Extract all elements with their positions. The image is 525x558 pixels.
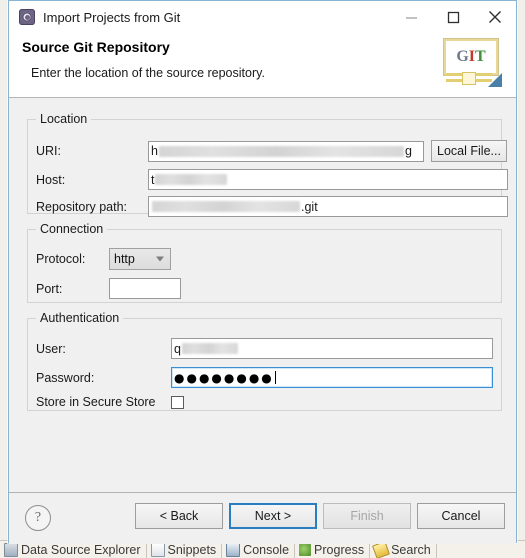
uri-input[interactable]: hg — [148, 140, 424, 162]
protocol-selected-value: http — [114, 252, 135, 266]
uri-value-suffix: g — [404, 144, 412, 158]
minimize-icon[interactable] — [390, 1, 432, 33]
repository-path-input[interactable]: .git — [148, 196, 508, 217]
git-logo-arrow — [488, 73, 502, 87]
repository-path-label: Repository path: — [36, 199, 128, 214]
user-redacted-value — [181, 343, 238, 354]
user-value-prefix: q — [174, 341, 181, 356]
dialog-title-bar[interactable]: Import Projects from Git — [9, 1, 516, 33]
eclipse-import-icon — [19, 9, 35, 25]
close-icon[interactable] — [474, 1, 516, 33]
git-logo-icon: GIT — [440, 35, 502, 91]
port-label: Port: — [36, 281, 63, 296]
protocol-row: Protocol: http — [36, 248, 171, 270]
port-row: Port: — [36, 278, 181, 299]
view-tab-label: Data Source Explorer — [21, 543, 141, 557]
password-value: ●●●●●●●● — [174, 370, 274, 385]
page-subtitle: Enter the location of the source reposit… — [31, 66, 265, 80]
host-value-prefix: t — [151, 172, 155, 187]
location-group-legend: Location — [40, 112, 88, 126]
repository-path-redacted-value — [152, 201, 300, 212]
view-tab-label: Console — [243, 543, 290, 557]
repository-path-value-suffix: .git — [301, 199, 318, 214]
view-tab-label: Progress — [314, 543, 365, 557]
dialog-title: Import Projects from Git — [43, 9, 181, 25]
password-input[interactable]: ●●●●●●●● — [171, 367, 493, 388]
host-redacted-value — [155, 174, 228, 185]
store-secure-row: Store in Secure Store — [36, 395, 184, 409]
dialog-body: Location URI: hg Local File... Host: t R… — [9, 98, 516, 492]
chevron-down-icon — [156, 256, 164, 262]
uri-value-prefix: h — [151, 144, 158, 158]
git-logo-knob — [462, 72, 476, 85]
port-input[interactable] — [109, 278, 181, 299]
uri-redacted-value — [158, 145, 404, 157]
next-button[interactable]: Next > — [229, 503, 317, 529]
git-logo-letter-g: G — [456, 48, 469, 65]
connection-group-legend: Connection — [40, 222, 104, 236]
user-input[interactable]: q — [171, 338, 493, 359]
user-row: User: q — [36, 338, 493, 359]
snippets-icon — [150, 543, 165, 557]
host-row: Host: t — [36, 169, 508, 190]
window-controls — [390, 1, 516, 33]
uri-row: URI: hg Local File... — [36, 140, 507, 162]
back-button[interactable]: < Back — [135, 503, 223, 529]
authentication-group: Authentication User: q Password: ●●●●●●●… — [27, 311, 502, 411]
page-title: Source Git Repository — [22, 39, 170, 55]
user-label: User: — [36, 341, 66, 356]
host-label: Host: — [36, 172, 66, 187]
store-secure-label: Store in Secure Store — [36, 395, 156, 409]
host-input[interactable]: t — [148, 169, 508, 190]
screenshot-root: http://blog.csdn.net/ Data Source Explor… — [0, 0, 525, 558]
maximize-icon[interactable] — [432, 1, 474, 33]
view-tab-label: Search — [391, 543, 431, 557]
password-row: Password: ●●●●●●●● — [36, 367, 493, 388]
console-icon — [226, 543, 241, 557]
view-tab-label: Snippets — [167, 543, 217, 557]
git-logo-card: GIT — [444, 39, 498, 75]
authentication-group-legend: Authentication — [40, 311, 120, 325]
data-source-icon — [4, 543, 18, 557]
repository-path-row: Repository path: .git — [36, 196, 508, 217]
import-projects-from-git-dialog: Import Projects from Git Source Git Repo… — [8, 0, 517, 544]
password-label: Password: — [36, 370, 95, 385]
store-secure-checkbox[interactable] — [171, 395, 184, 409]
protocol-select[interactable]: http — [109, 248, 171, 270]
text-cursor — [274, 371, 276, 384]
location-group: Location URI: hg Local File... Host: t R… — [27, 112, 508, 217]
protocol-label: Protocol: — [36, 252, 86, 266]
git-logo-letter-t: T — [475, 48, 486, 65]
local-file-button[interactable]: Local File... — [431, 140, 507, 162]
dialog-footer: ? < Back Next > Finish Cancel — [9, 492, 516, 544]
uri-label: URI: — [36, 144, 61, 158]
connection-group: Connection Protocol: http Port: — [27, 222, 502, 303]
finish-button: Finish — [323, 503, 411, 529]
cancel-button[interactable]: Cancel — [417, 503, 505, 529]
dialog-header: Source Git Repository Enter the location… — [9, 33, 516, 98]
progress-icon — [299, 544, 312, 556]
help-button[interactable]: ? — [25, 505, 51, 531]
